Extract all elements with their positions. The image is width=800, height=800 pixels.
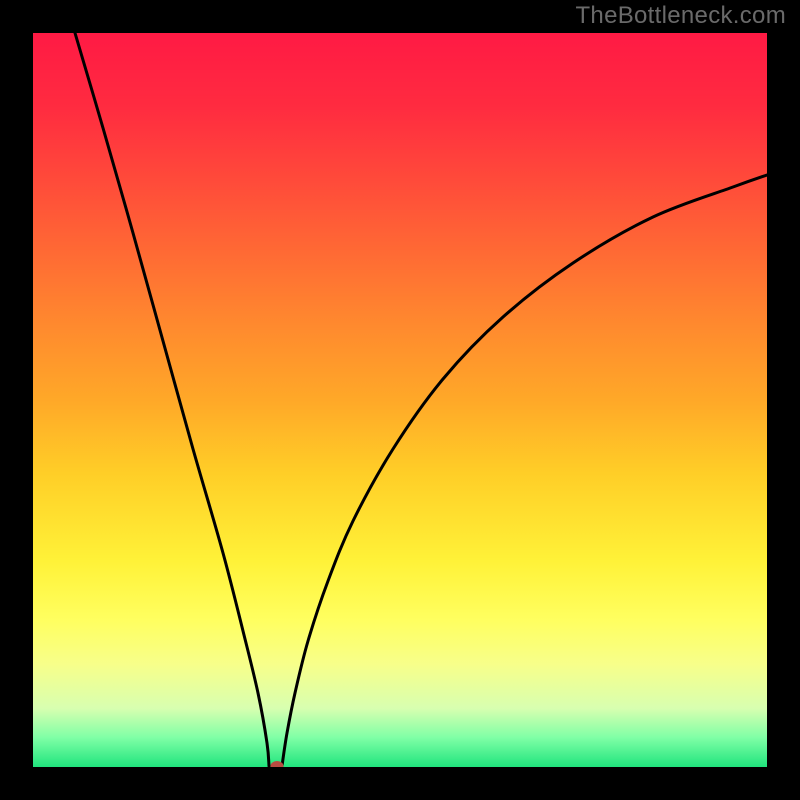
minimum-marker-icon (271, 761, 284, 767)
curve-right-branch (282, 175, 767, 766)
chart-frame: TheBottleneck.com (0, 0, 800, 800)
curve-left-branch (75, 33, 269, 766)
watermark-label: TheBottleneck.com (575, 2, 786, 30)
plot-area (33, 33, 767, 767)
bottleneck-curve (33, 33, 767, 767)
